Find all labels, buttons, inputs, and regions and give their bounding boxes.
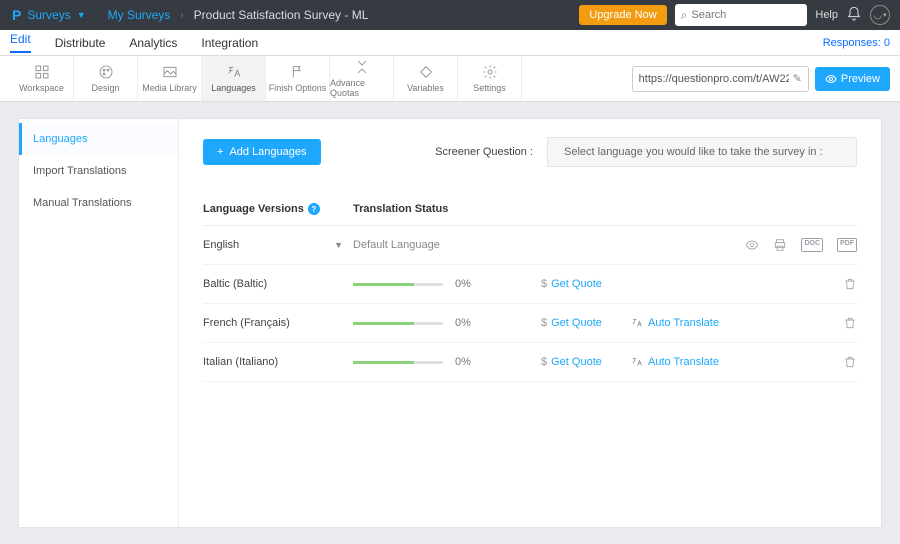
auto-translate-label: Auto Translate <box>648 356 719 368</box>
auto-translate-link[interactable]: Auto Translate <box>631 317 741 329</box>
sidebar-item-languages[interactable]: Languages <box>19 123 178 155</box>
language-name: Baltic (Baltic) <box>203 278 353 290</box>
print-icon[interactable] <box>773 238 787 252</box>
language-name: French (Français) <box>203 317 353 329</box>
tab-distribute[interactable]: Distribute <box>55 36 106 50</box>
export-pdf-icon[interactable]: PDF <box>837 238 857 252</box>
tool-design-label: Design <box>91 83 119 93</box>
tool-quotas-label: Advance Quotas <box>330 78 393 98</box>
caret-down-icon: ▼ <box>334 240 343 250</box>
tool-media-library[interactable]: Media Library <box>138 56 202 101</box>
chevron-down-icon: ▼ <box>77 10 86 20</box>
preview-eye-icon[interactable] <box>745 238 759 252</box>
notifications-bell-icon[interactable] <box>846 6 862 25</box>
translation-percent: 0% <box>455 317 489 329</box>
dollar-icon: $ <box>541 356 547 368</box>
upgrade-now-button[interactable]: Upgrade Now <box>579 5 666 25</box>
tab-analytics[interactable]: Analytics <box>129 36 177 50</box>
get-quote-label: Get Quote <box>551 356 602 368</box>
export-doc-icon[interactable]: DOC <box>801 238 823 252</box>
eye-icon <box>825 73 837 85</box>
language-row: Baltic (Baltic) 0% $ Get Quote <box>203 265 857 304</box>
quotas-icon <box>354 59 370 75</box>
brand-menu[interactable]: P Surveys ▼ <box>0 0 98 30</box>
translation-percent: 0% <box>455 278 489 290</box>
search-icon: ⌕ <box>681 8 688 23</box>
gear-icon <box>482 64 498 80</box>
delete-icon[interactable] <box>843 277 857 291</box>
search-box[interactable]: ⌕ <box>675 4 808 26</box>
preview-button[interactable]: Preview <box>815 67 890 91</box>
breadcrumb-separator-icon: › <box>180 10 183 21</box>
translate-icon <box>631 317 643 329</box>
survey-url-box[interactable]: ✎ <box>632 66 809 92</box>
tool-settings-label: Settings <box>473 83 506 93</box>
tool-finish-options[interactable]: Finish Options <box>266 56 330 101</box>
tool-advance-quotas[interactable]: Advance Quotas <box>330 56 394 101</box>
plus-icon: + <box>217 146 223 158</box>
tool-settings[interactable]: Settings <box>458 56 522 101</box>
brand-label: Surveys <box>27 8 70 22</box>
add-languages-label: Add Languages <box>229 146 306 158</box>
delete-icon[interactable] <box>843 355 857 369</box>
auto-translate-link[interactable]: Auto Translate <box>631 356 741 368</box>
brand-logo-icon: P <box>12 7 21 23</box>
screener-question-text[interactable]: Select language you would like to take t… <box>547 137 857 167</box>
dollar-icon: $ <box>541 278 547 290</box>
screener-question-label: Screener Question : <box>435 146 533 158</box>
tab-edit[interactable]: Edit <box>10 32 31 53</box>
responses-count[interactable]: Responses: 0 <box>823 37 890 49</box>
dollar-icon: $ <box>541 317 547 329</box>
breadcrumb-my-surveys[interactable]: My Surveys <box>108 8 171 22</box>
tool-languages-label: Languages <box>211 83 256 93</box>
header-language-versions: Language Versions <box>203 203 304 215</box>
tool-workspace[interactable]: Workspace <box>10 56 74 101</box>
translate-icon <box>631 356 643 368</box>
tool-finish-label: Finish Options <box>269 83 327 93</box>
design-icon <box>98 64 114 80</box>
sidebar-item-manual-translations[interactable]: Manual Translations <box>19 187 178 219</box>
tool-media-label: Media Library <box>142 83 197 93</box>
translation-progress-bar <box>353 283 443 286</box>
help-link[interactable]: Help <box>815 9 838 21</box>
tool-design[interactable]: Design <box>74 56 138 101</box>
auto-translate-label: Auto Translate <box>648 317 719 329</box>
tab-integration[interactable]: Integration <box>201 36 258 50</box>
add-languages-button[interactable]: + Add Languages <box>203 139 321 165</box>
finish-icon <box>290 64 306 80</box>
media-icon <box>162 64 178 80</box>
user-avatar[interactable]: ◡▾ <box>870 5 890 25</box>
variables-icon <box>418 64 434 80</box>
delete-icon[interactable] <box>843 316 857 330</box>
translation-percent: 0% <box>455 356 489 368</box>
tool-variables[interactable]: Variables <box>394 56 458 101</box>
tool-languages[interactable]: Languages <box>202 56 266 101</box>
language-name: Italian (Italiano) <box>203 356 353 368</box>
tool-variables-label: Variables <box>407 83 444 93</box>
language-name: English <box>203 239 239 251</box>
preview-button-label: Preview <box>841 73 880 85</box>
get-quote-link[interactable]: $ Get Quote <box>541 278 631 290</box>
languages-icon <box>226 64 242 80</box>
sidebar-item-import-translations[interactable]: Import Translations <box>19 155 178 187</box>
get-quote-link[interactable]: $ Get Quote <box>541 317 631 329</box>
language-select[interactable]: English ▼ <box>203 239 353 251</box>
tool-workspace-label: Workspace <box>19 83 64 93</box>
get-quote-link[interactable]: $ Get Quote <box>541 356 631 368</box>
get-quote-label: Get Quote <box>551 317 602 329</box>
status-default: Default Language <box>353 239 553 251</box>
survey-url-input[interactable] <box>639 73 789 85</box>
language-row: English ▼ Default Language DOC PDF <box>203 226 857 265</box>
get-quote-label: Get Quote <box>551 278 602 290</box>
help-tooltip-icon[interactable]: ? <box>308 203 320 215</box>
language-row: Italian (Italiano) 0% $ Get Quote Auto T… <box>203 343 857 382</box>
search-input[interactable] <box>691 9 801 21</box>
breadcrumb-survey-title: Product Satisfaction Survey - ML <box>194 8 369 22</box>
translation-progress-bar <box>353 361 443 364</box>
header-translation-status: Translation Status <box>353 203 493 215</box>
pencil-icon[interactable]: ✎ <box>793 72 802 85</box>
workspace-icon <box>34 64 50 80</box>
translation-progress-bar <box>353 322 443 325</box>
language-row: French (Français) 0% $ Get Quote Auto Tr… <box>203 304 857 343</box>
